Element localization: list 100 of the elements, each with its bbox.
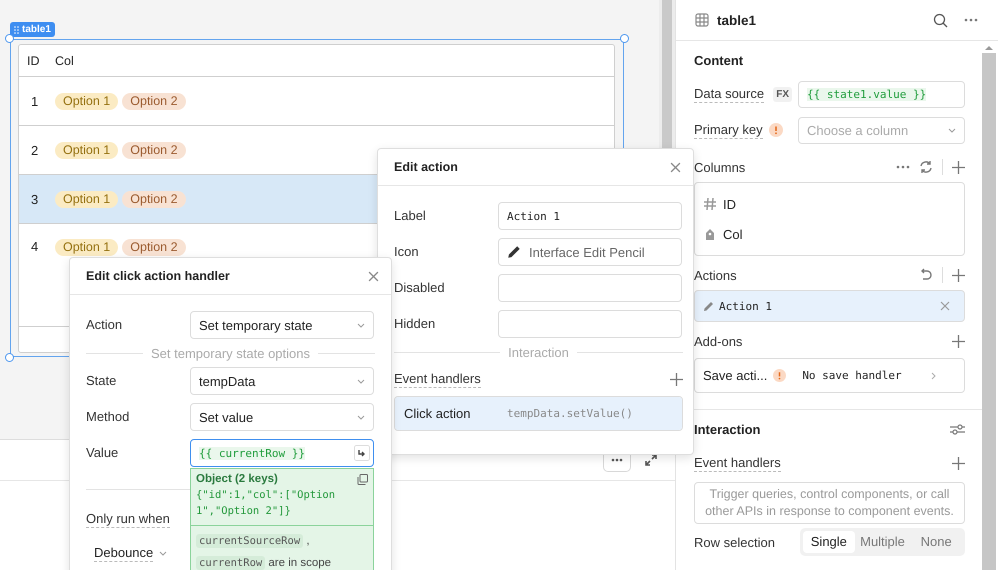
field-label: Only run when (86, 511, 170, 528)
field-label: Icon (394, 243, 420, 261)
table-cell-text: 2 (30, 142, 40, 158)
field-label: Event handlers (694, 454, 781, 472)
refresh-icon[interactable] (919, 160, 933, 174)
segment-option[interactable]: Single (803, 531, 855, 553)
chevron-down-icon (357, 322, 365, 328)
section-divider-label: Interaction (508, 344, 569, 360)
plus-icon[interactable] (952, 456, 965, 470)
table-cell-text: 1 (30, 94, 40, 108)
column-header[interactable]: Col (55, 54, 74, 68)
event-handler-item[interactable]: Click action tempData.setValue() (395, 397, 682, 430)
popover-title: Edit action (394, 160, 458, 174)
column-item[interactable]: Col (695, 219, 964, 249)
resize-handle[interactable] (5, 34, 14, 43)
close-icon[interactable] (670, 162, 681, 172)
section-heading: Interaction (694, 422, 760, 436)
warning-icon (768, 123, 783, 137)
undo-icon[interactable] (919, 268, 933, 282)
field-label: Value (86, 444, 120, 462)
fx-toggle[interactable]: FX (773, 86, 792, 102)
table-cell-text: 3 (30, 192, 40, 206)
pencil-icon (703, 300, 714, 312)
option-tag: Option 2 (122, 190, 186, 208)
copy-icon[interactable] (357, 474, 368, 484)
resize-handle[interactable] (620, 34, 629, 43)
column-item[interactable]: ID (695, 189, 964, 219)
action-select[interactable]: Set temporary state (190, 311, 374, 339)
section-heading: Add-ons (694, 334, 742, 348)
preview-json: {"id":1,"col":["Option 1","Option 2"]} (195, 488, 336, 519)
field-label: Disabled (394, 279, 446, 297)
action-label: Action 1 (719, 300, 772, 312)
plus-icon[interactable] (952, 268, 965, 282)
input-field[interactable]: Interface Edit Pencil (498, 238, 682, 266)
input-field[interactable] (498, 274, 682, 302)
event-handlers-empty-state: Trigger queries, control components, or call other APIs in response to component events. (694, 482, 965, 524)
preview-type: Object (2 keys) (196, 473, 278, 485)
more-icon (611, 458, 623, 462)
option-tag: Option 2 (122, 92, 186, 110)
input-field[interactable]: Action 1 (498, 202, 682, 230)
resize-handle[interactable] (5, 353, 14, 362)
more-icon[interactable] (964, 18, 978, 22)
field-label: Action (86, 316, 124, 334)
expand-icon[interactable] (645, 454, 657, 466)
option-tag: Option 1 (55, 142, 118, 158)
chevron-down-icon (357, 414, 365, 420)
column-name: ID (723, 196, 736, 212)
close-icon[interactable] (368, 270, 379, 282)
field-label: Label (394, 207, 427, 225)
sliders-icon[interactable] (950, 422, 965, 436)
table-row[interactable]: 1 Option 1 Option 2 (19, 77, 614, 126)
addon-name: Save acti... (703, 368, 768, 383)
tag-icon (703, 227, 717, 241)
badge-label: table1 (22, 24, 51, 35)
segment-option[interactable]: Multiple (856, 531, 908, 553)
select-field[interactable]: tempData (190, 367, 374, 395)
plus-icon[interactable] (952, 334, 965, 348)
table-cell-text: 4 (30, 239, 40, 254)
addon-item[interactable]: Save acti... No save handler (694, 358, 965, 393)
chevron-down-icon (357, 378, 365, 384)
field-label: Event handlers (394, 370, 481, 388)
field-label: Data source (694, 86, 764, 102)
scrollbar-thumb[interactable] (982, 53, 996, 570)
handler-method: tempData.setValue() (507, 407, 633, 420)
search-icon[interactable] (933, 12, 948, 28)
field-label: Row selection (694, 534, 775, 550)
scope-note: currentSourceRow , currentRow are in scope (191, 525, 373, 570)
column-header[interactable]: ID (19, 54, 55, 68)
addon-value: No save handler (802, 369, 902, 382)
field-label: Hidden (394, 315, 436, 333)
option-tag: Option 2 (122, 239, 186, 256)
option-tag: Option 1 (55, 190, 118, 208)
debounce-dropdown[interactable]: Debounce (94, 545, 168, 562)
option-tag: Option 1 (55, 92, 118, 110)
select-field[interactable]: Set value (190, 403, 374, 431)
segment-option[interactable]: None (910, 531, 962, 553)
plus-icon[interactable] (670, 372, 683, 386)
section-divider-label: Set temporary state options (151, 346, 310, 360)
field-label: Method (86, 408, 130, 426)
scroll-up-icon[interactable] (985, 45, 993, 50)
field-label: Primary key (694, 122, 763, 138)
section-heading: Content (694, 53, 744, 68)
popover-title: Edit click action handler (86, 269, 230, 283)
close-icon[interactable] (940, 301, 950, 311)
chevron-down-icon (948, 128, 956, 132)
warning-icon (773, 369, 786, 382)
option-tag: Option 1 (55, 239, 118, 256)
grid-icon (695, 13, 709, 27)
plus-icon[interactable] (952, 160, 965, 174)
event-name: Click action (404, 406, 472, 421)
pencil-icon (507, 245, 521, 259)
chevron-right-icon (931, 372, 936, 380)
hash-icon (703, 197, 717, 211)
field-label: State (86, 372, 118, 390)
chevron-down-icon (159, 551, 168, 556)
more-icon[interactable] (896, 165, 910, 169)
input-field[interactable] (498, 310, 682, 338)
code-toggle-icon[interactable] (354, 445, 370, 461)
section-heading: Actions (694, 268, 737, 282)
action-item[interactable]: Action 1 (694, 290, 965, 322)
